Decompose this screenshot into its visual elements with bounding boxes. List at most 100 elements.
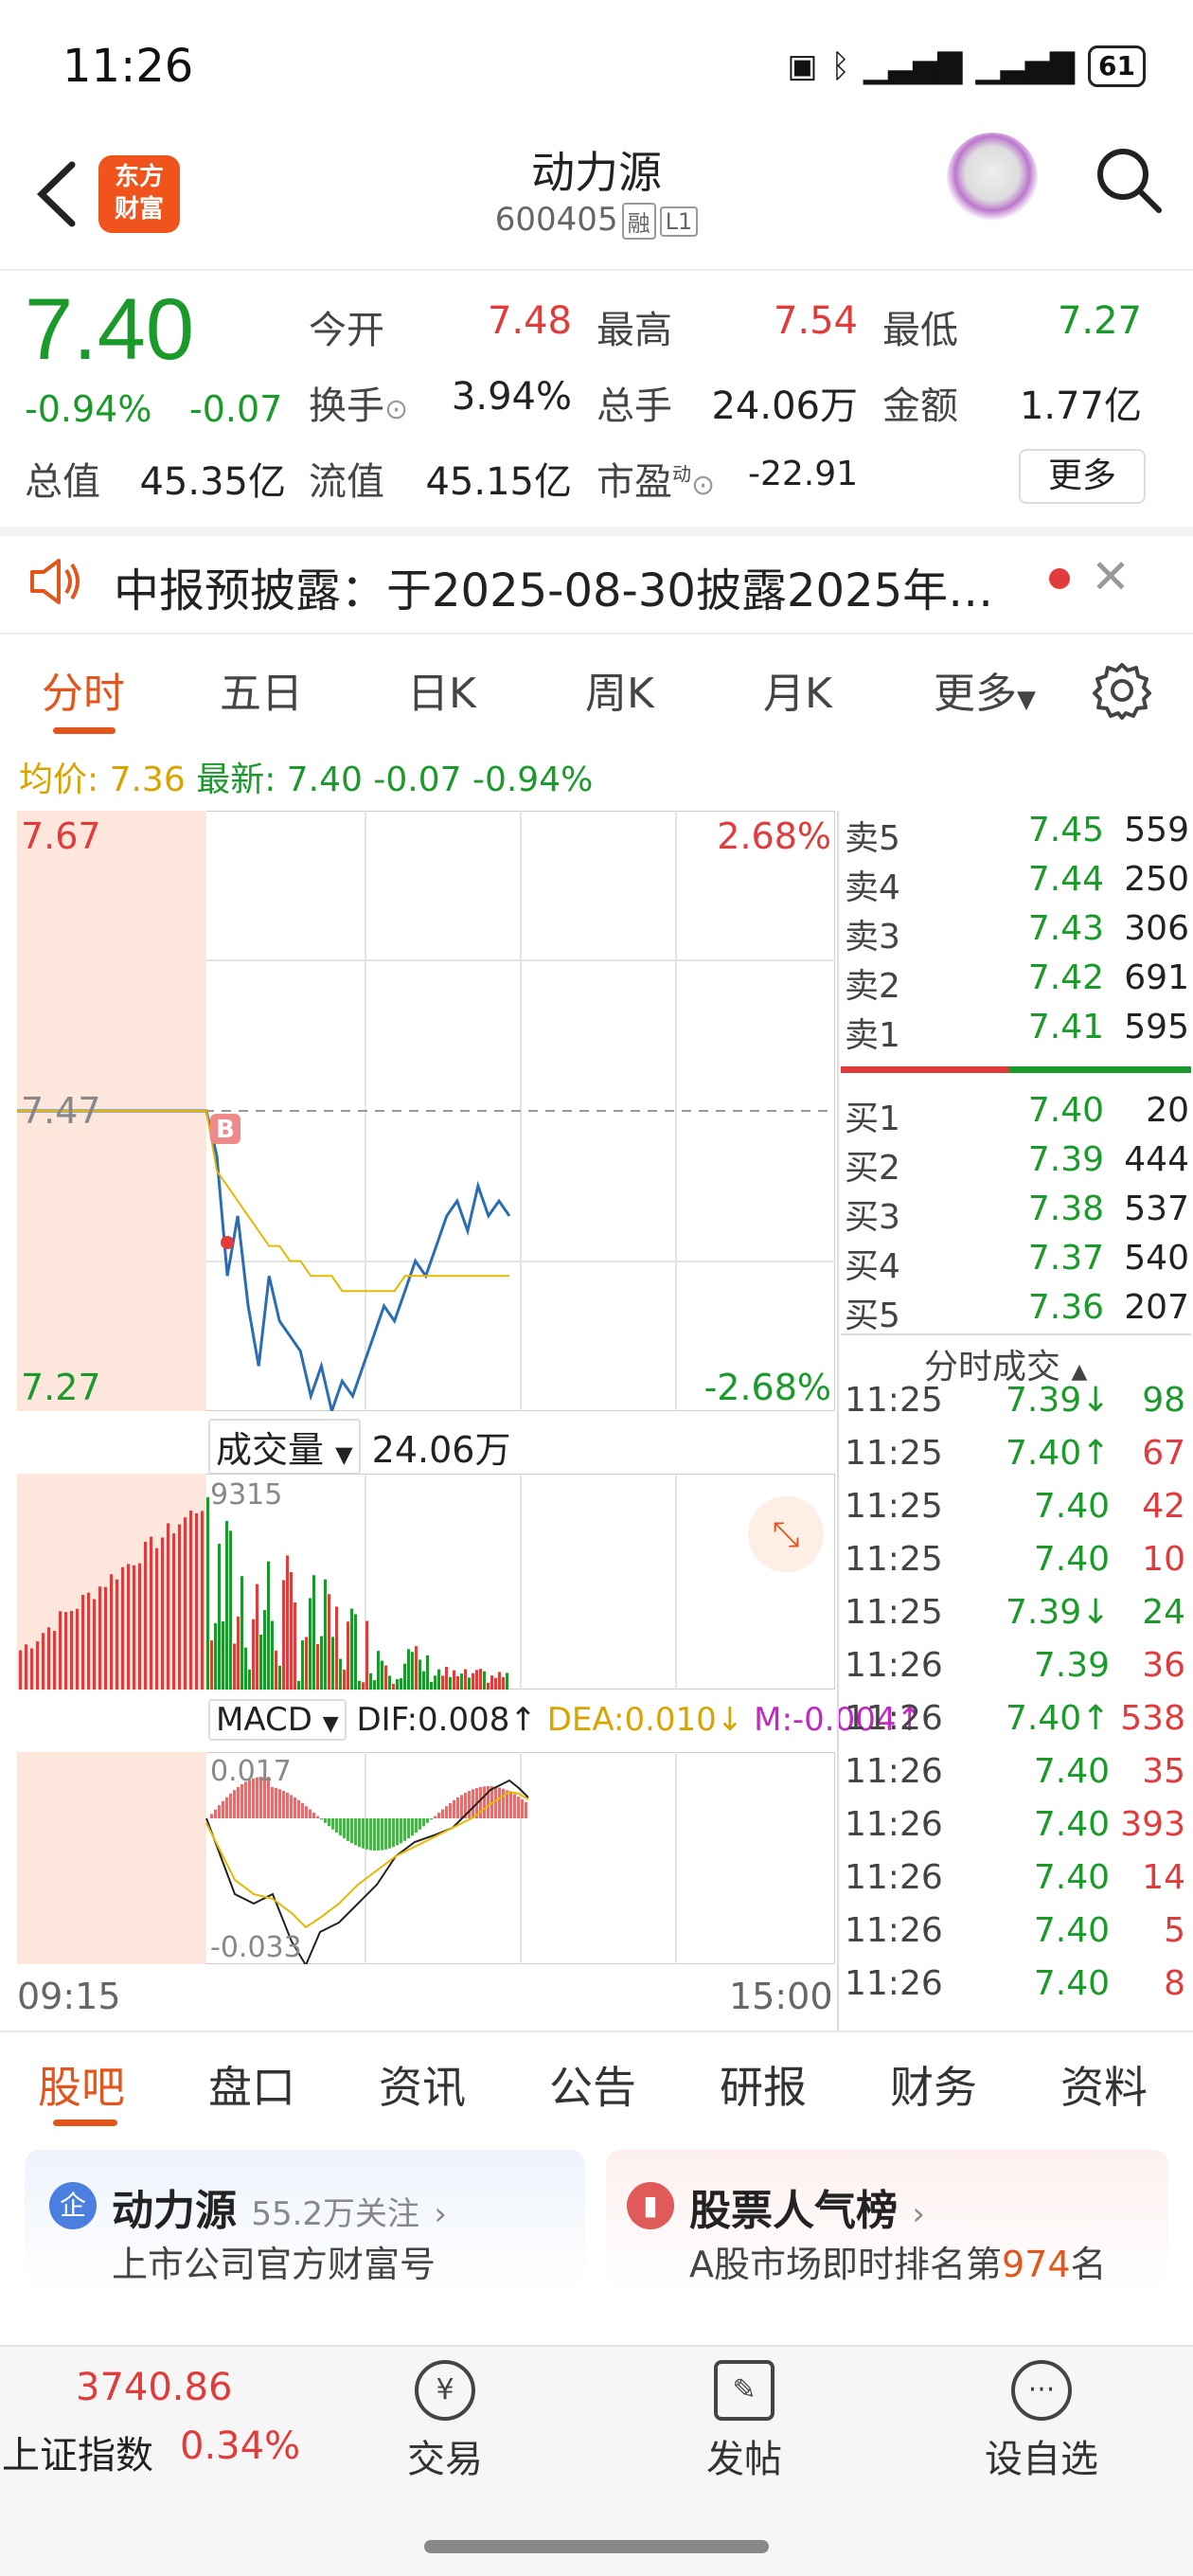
trade-time: 11:26 (845, 1699, 943, 1738)
macd-bar (240, 1783, 243, 1818)
index-percent[interactable]: 0.34% (180, 2424, 300, 2468)
volume-bar (222, 1620, 224, 1690)
more-dots-icon: ··· (1011, 2360, 1072, 2421)
intraday-price-chart[interactable]: B 7.67 7.47 7.27 2.68% -2.68% (17, 811, 835, 1411)
trade-row: 11:26 7.40 5 (845, 1911, 1185, 1964)
pct-axis-bottom: -2.68% (704, 1367, 831, 1408)
index-value[interactable]: 3740.86 (76, 2366, 232, 2409)
ask-volume: 306 (1124, 909, 1189, 948)
trade-price: 7.40 (1033, 1752, 1110, 1791)
macd-header[interactable]: MACD ▼ DIF:0.008↑ DEA:0.010↓ M:-0.004↑ (208, 1699, 923, 1741)
macd-bar (343, 1818, 346, 1839)
popularity-name: 股票人气榜 (689, 2187, 898, 2235)
tab-news[interactable]: 资讯 (379, 2053, 466, 2116)
popularity-card[interactable]: ▮ 股票人气榜 › A股市场即时排名第974名 (606, 2150, 1168, 2292)
trade-time: 11:25 (845, 1540, 943, 1579)
volume-bar (297, 1680, 300, 1690)
macd-chart[interactable]: 0.017 -0.033 (17, 1752, 835, 1964)
volume-bar (456, 1676, 459, 1690)
tab-weekly-k[interactable]: 周K (585, 659, 654, 720)
index-name[interactable]: 上证指数 (2, 2424, 153, 2479)
status-icons: ▣ ᛒ ▁▃▅▇ ▁▃▅▇ 61 (787, 45, 1146, 87)
bid-volume: 207 (1124, 1288, 1189, 1327)
volume-bar (25, 1644, 27, 1690)
volume-bar (411, 1652, 414, 1690)
volume-bar (377, 1651, 380, 1690)
volume-bar (490, 1675, 493, 1690)
volume-bar (354, 1614, 357, 1690)
tab-monthly-k[interactable]: 月K (763, 659, 832, 720)
volume-bar (373, 1680, 376, 1690)
gear-icon[interactable] (1091, 659, 1153, 722)
tab-intraday[interactable]: 分时 (42, 659, 125, 720)
macd-bar (339, 1818, 342, 1836)
tab-more[interactable]: 更多▼ (934, 659, 1036, 720)
search-icon[interactable] (1091, 142, 1166, 218)
trade-time: 11:26 (845, 1752, 943, 1791)
volume-chart[interactable]: 9315 ⤡ (17, 1474, 835, 1690)
macd-bar (509, 1792, 512, 1818)
volume-bar (161, 1537, 164, 1690)
trade-row: 11:25 7.39↓ 98 (845, 1381, 1185, 1434)
pe-label[interactable]: 市盈动⊙ (596, 451, 715, 506)
bid-label: 买4 (845, 1247, 900, 1286)
volume-header[interactable]: 成交量 ▼ 24.06万 (208, 1419, 510, 1475)
macd-bar (517, 1797, 520, 1818)
volume-bar (422, 1671, 425, 1690)
bid-price: 7.36 (1027, 1288, 1104, 1327)
tab-research[interactable]: 研报 (720, 2053, 807, 2116)
macd-bar (237, 1786, 240, 1818)
bid-price: 7.39 (1027, 1140, 1104, 1179)
low-label: 最低 (882, 309, 958, 352)
volume-bar (271, 1620, 274, 1690)
assistant-robot-icon[interactable] (947, 133, 1038, 224)
macd-bar (422, 1818, 425, 1827)
macd-bar (472, 1789, 474, 1818)
trade-button[interactable]: ¥ 交易 (369, 2360, 521, 2483)
post-button[interactable]: ✎ 发帖 (668, 2360, 820, 2483)
tab-profile[interactable]: 资料 (1060, 2053, 1148, 2116)
volume-bar (396, 1679, 399, 1690)
close-icon[interactable]: ✕ (1091, 549, 1131, 604)
more-button[interactable]: 更多 (1019, 449, 1146, 504)
macd-bar (222, 1800, 224, 1818)
back-icon[interactable] (28, 152, 85, 237)
add-watchlist-button[interactable]: ··· 设自选 (966, 2360, 1117, 2483)
high-value: 7.54 (773, 299, 858, 343)
volume-bar (81, 1594, 84, 1690)
macd-bar (388, 1818, 391, 1849)
tab-handicap[interactable]: 盘口 (208, 2053, 295, 2116)
divider (0, 2030, 1193, 2032)
announcement-text[interactable]: 中报预披露：于2025-08-30披露2025年… (114, 553, 1042, 619)
turnover-label[interactable]: 换手⊙ (309, 375, 408, 430)
macd-bar (218, 1805, 221, 1818)
macd-bar (441, 1809, 444, 1818)
trade-time: 11:26 (845, 1964, 943, 2003)
volume-bar (415, 1646, 418, 1690)
volume-bar (155, 1547, 158, 1690)
macd-bar (415, 1818, 418, 1834)
official-account-title: 动力源 55.2万关注 › (112, 2176, 447, 2237)
volume-bar (225, 1520, 228, 1690)
rank-number: 974 (1002, 2244, 1071, 2285)
tab-five-day[interactable]: 五日 (220, 659, 303, 720)
macd-dropdown[interactable]: MACD ▼ (208, 1699, 347, 1741)
volume-bar (263, 1610, 266, 1690)
volume-bar (98, 1586, 101, 1690)
tab-more-label: 更多 (934, 670, 1017, 718)
expand-icon: ⤡ (773, 1515, 800, 1554)
volume-bar (184, 1517, 187, 1690)
home-indicator[interactable] (424, 2540, 769, 2553)
low-value: 7.27 (1057, 299, 1142, 343)
tab-forum[interactable]: 股吧 (38, 2053, 125, 2116)
trade-price: 7.40 (1033, 1540, 1110, 1579)
official-account-card[interactable]: 企 动力源 55.2万关注 › 上市公司官方财富号 (25, 2150, 585, 2292)
macd-dropdown-label: MACD (216, 1701, 312, 1739)
tab-daily-k[interactable]: 日K (407, 659, 476, 720)
volume-dropdown[interactable]: 成交量 ▼ (208, 1419, 361, 1475)
macd-bar (369, 1818, 372, 1851)
tab-finance[interactable]: 财务 (890, 2053, 977, 2116)
tab-announcements[interactable]: 公告 (549, 2053, 636, 2116)
company-icon: 企 (49, 2182, 97, 2229)
y-axis-bottom: 7.27 (21, 1367, 101, 1408)
